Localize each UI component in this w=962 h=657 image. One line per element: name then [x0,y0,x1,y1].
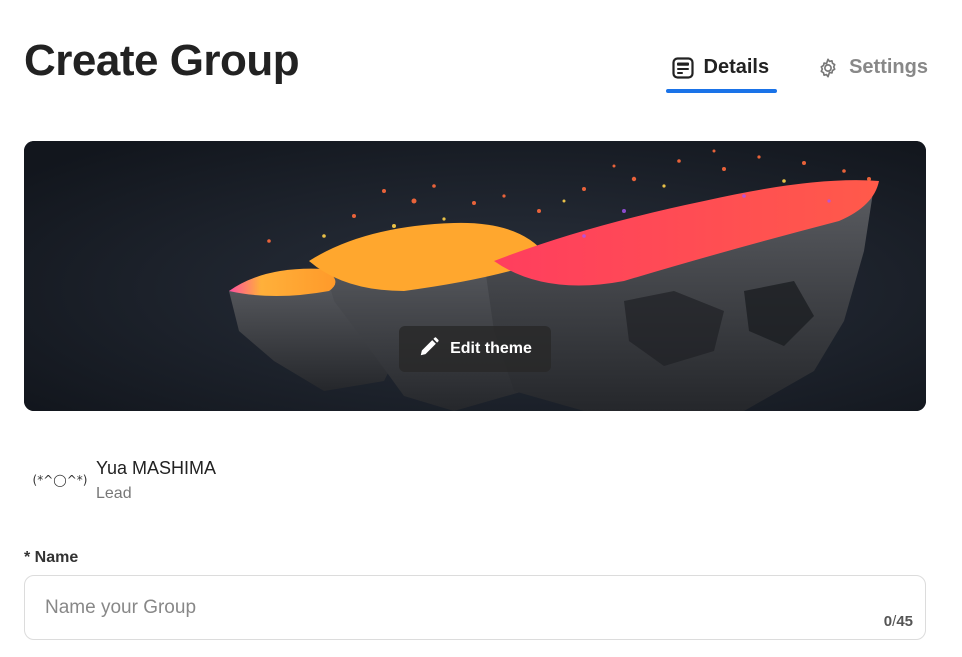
character-counter: 0/45 [884,613,913,630]
create-group-page: Create Group Details Settings Edit theme… [0,0,962,657]
counter-current: 0 [883,613,893,630]
name-field-label: * Name [24,549,79,566]
tab-settings[interactable]: Settings [811,52,930,89]
page-title: Create Group [24,36,300,85]
edit-theme-button[interactable]: Edit theme [399,326,551,372]
tab-settings-label: Settings [849,56,928,78]
pencil-icon [418,336,440,363]
avatar: (*^◯^*) [32,473,88,487]
tab-bar: Details Settings [665,52,931,93]
name-field-container: 0/45 [24,575,926,640]
member-info: Yua MASHIMA Lead [96,458,216,503]
tab-details[interactable]: Details [665,52,778,93]
member-name: Yua MASHIMA [96,457,217,478]
tab-details-label: Details [703,56,770,78]
group-name-input[interactable] [45,594,825,622]
counter-max: 45 [896,613,913,630]
member-role: Lead [96,484,132,502]
gear-icon [817,57,839,79]
theme-banner: Edit theme [24,141,926,411]
active-tab-indicator [665,89,778,93]
list-card-icon [671,56,694,79]
edit-theme-label: Edit theme [450,340,532,357]
group-lead: (*^◯^*) Yua MASHIMA Lead [32,455,217,505]
